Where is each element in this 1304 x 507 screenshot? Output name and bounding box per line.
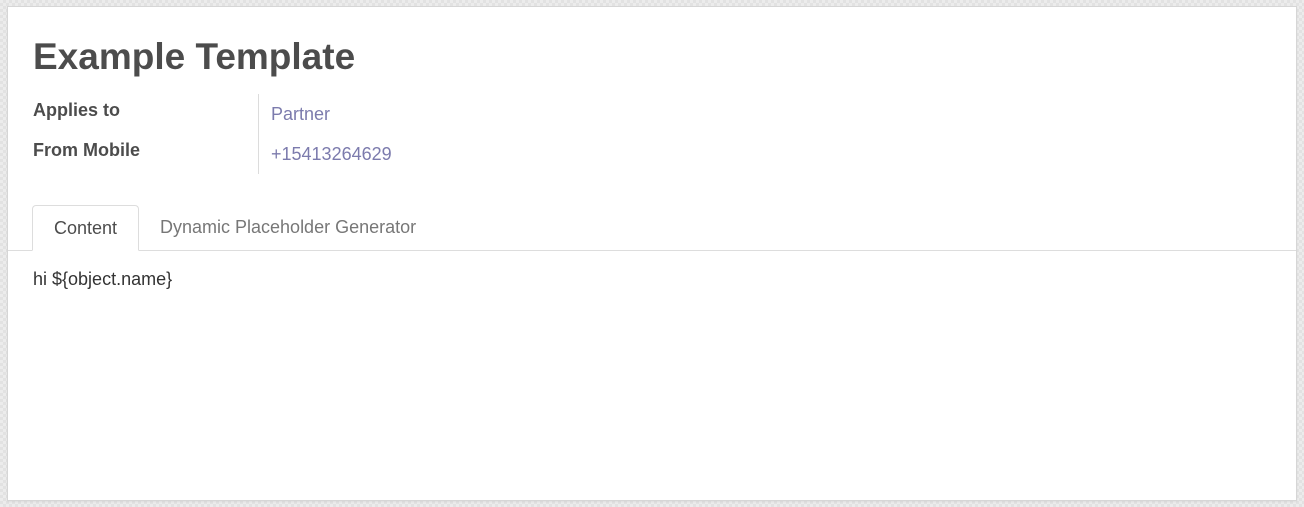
from-mobile-link[interactable]: +15413264629 [271, 144, 392, 165]
record-title: Example Template [33, 36, 356, 77]
field-divider [258, 134, 259, 174]
tab-dynamic-placeholder-generator[interactable]: Dynamic Placeholder Generator [160, 205, 416, 251]
field-from-mobile: From Mobile +15413264629 [8, 134, 1296, 174]
field-label-from-mobile: From Mobile [33, 140, 140, 160]
field-label-applies-to: Applies to [33, 100, 121, 120]
field-applies-to: Applies to Partner [8, 94, 1296, 134]
form-sheet: Example Template Applies to Partner From… [7, 6, 1297, 501]
content-body: hi ${object.name} [33, 269, 173, 289]
tab-content[interactable]: Content [32, 205, 139, 251]
notebook-tabs: Content Dynamic Placeholder Generator [8, 205, 1296, 251]
field-divider [258, 94, 259, 134]
applies-to-link[interactable]: Partner [271, 104, 330, 125]
